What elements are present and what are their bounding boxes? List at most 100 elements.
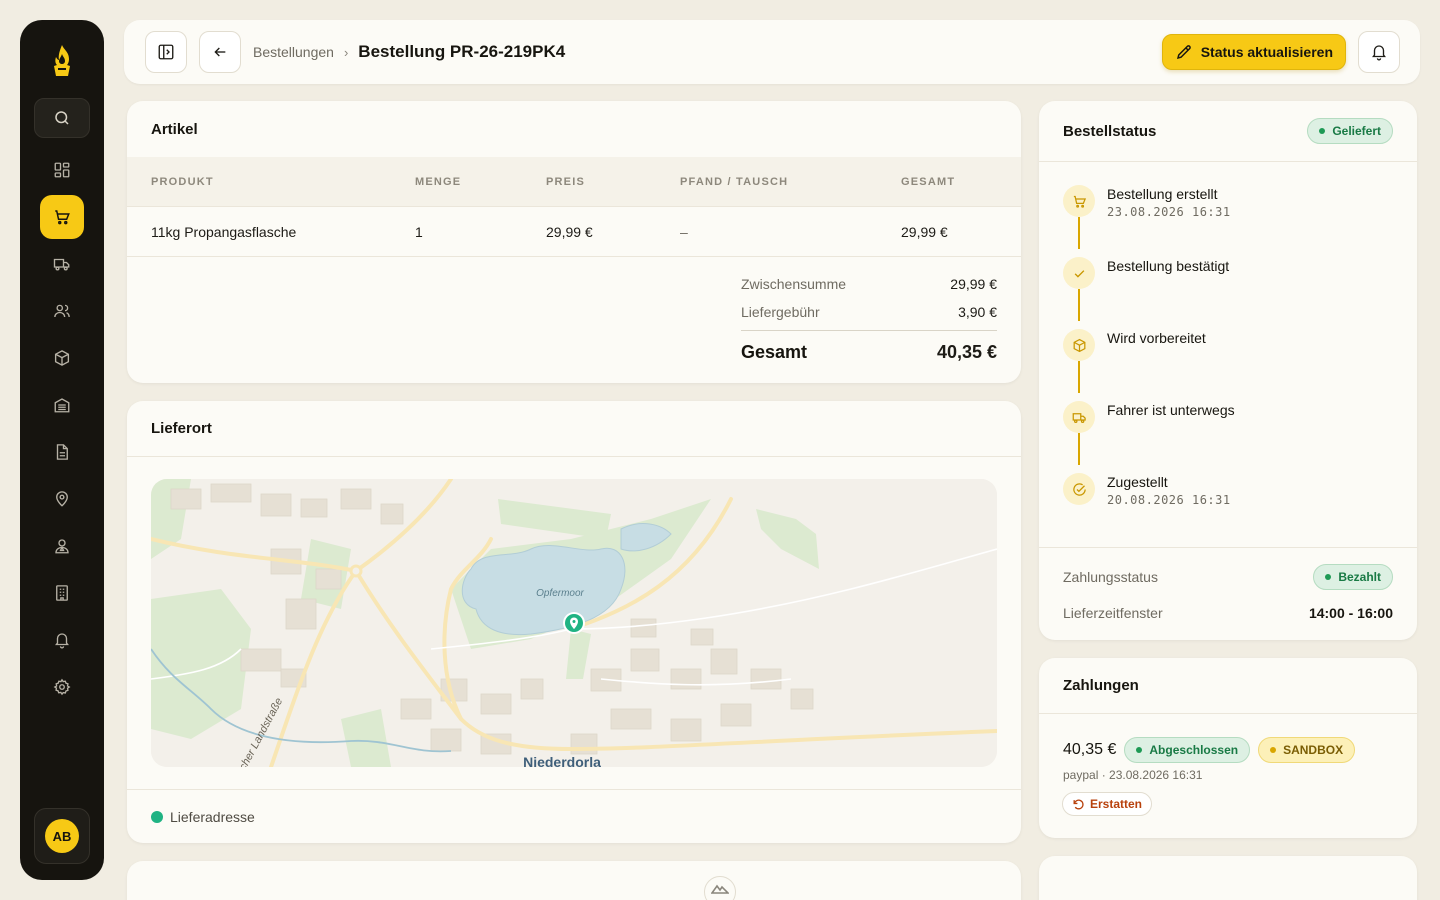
map-legend: Lieferadresse: [151, 809, 255, 825]
cart-icon: [1073, 195, 1086, 208]
step-time: 20.08.2026 16:31: [1107, 493, 1231, 507]
articles-title: Artikel: [151, 120, 198, 138]
step-icon-wrap: [1063, 329, 1095, 361]
sidebar-item-warehouse[interactable]: [40, 383, 84, 427]
cell-total: 29,99 €: [901, 223, 948, 240]
map-label-lake: Opfermoor: [536, 588, 584, 599]
sidebar-item-settings[interactable]: [40, 665, 84, 709]
delivery-address-marker[interactable]: [563, 612, 585, 634]
column-header-price[interactable]: PREIS: [546, 176, 585, 188]
step-label: Bestellung erstellt: [1107, 186, 1218, 202]
map-pin-icon: [56, 491, 68, 507]
step-icon-wrap: [1063, 257, 1095, 289]
subtotal-value: 29,99 €: [950, 276, 997, 292]
delivery-location-card: Lieferort Opfermoor Niederdorla cher Lan…: [127, 401, 1021, 843]
payment-status-label: Zahlungsstatus: [1063, 569, 1158, 585]
column-header-quantity[interactable]: MENGE: [415, 176, 461, 188]
arrow-left-icon: [214, 47, 226, 57]
divider: [127, 789, 1021, 790]
update-status-label: Status aktualisieren: [1200, 44, 1333, 60]
breadcrumb: Bestellungen › Bestellung PR-26-219PK4: [253, 42, 565, 62]
package-icon: [54, 350, 70, 366]
step-text: Fahrer ist unterwegs: [1107, 401, 1235, 433]
sidebar-item-documents[interactable]: [40, 430, 84, 474]
page-title: Bestellung PR-26-219PK4: [358, 42, 566, 61]
user-menu-button[interactable]: AB: [34, 808, 90, 864]
column-header-product[interactable]: PRODUKT: [151, 176, 214, 188]
dashboard-icon: [54, 162, 70, 178]
refund-button[interactable]: Erstatten: [1062, 792, 1153, 816]
location-title: Lieferort: [151, 420, 212, 437]
users-icon: [54, 304, 70, 318]
status-dot-icon: [1136, 747, 1143, 753]
divider: [1039, 547, 1417, 548]
step-icon-wrap: [1063, 473, 1095, 505]
cell-quantity: 1: [415, 223, 423, 240]
truck-icon: [53, 258, 70, 271]
step-label: Wird vorbereitet: [1107, 330, 1206, 346]
notifications-button[interactable]: [1358, 31, 1400, 73]
update-status-button[interactable]: Status aktualisieren: [1161, 34, 1346, 70]
sidebar-item-deliveries[interactable]: [40, 242, 84, 286]
mountain-logo-icon: [711, 884, 729, 894]
column-header-deposit[interactable]: PFAND / TAUSCH: [680, 176, 788, 188]
sidebar-toggle-icon: [158, 44, 174, 60]
grand-total-row: Gesamt 40,35 €: [741, 330, 997, 374]
step-time: 23.08.2026 16:31: [1107, 205, 1231, 219]
sidebar: AB: [20, 20, 104, 880]
step-text: Wird vorbereitet: [1107, 329, 1206, 361]
flame-logo-icon[interactable]: [48, 44, 76, 78]
breadcrumb-separator: ›: [343, 44, 349, 60]
pencil-icon: [1176, 45, 1191, 60]
sidebar-item-products[interactable]: [40, 336, 84, 380]
payment-completed-label: Abgeschlossen: [1149, 743, 1239, 757]
subtotal-label: Zwischensumme: [741, 276, 847, 292]
sandbox-badge: SANDBOX: [1258, 737, 1356, 763]
sidebar-nav: [40, 148, 84, 712]
delivery-fee-row: Liefergebühr 3,90 €: [741, 298, 997, 326]
sidebar-item-notifications[interactable]: [40, 618, 84, 662]
delivery-window-value: 14:00 - 16:00: [1308, 605, 1393, 621]
legend-label: Lieferadresse: [170, 809, 255, 825]
delivered-badge-label: Geliefert: [1332, 124, 1381, 138]
map-label-town: Niederdorla: [523, 754, 601, 767]
column-header-total[interactable]: GESAMT: [901, 176, 955, 188]
sidebar-search-button[interactable]: [34, 98, 90, 138]
delivery-window-row: Lieferzeitfenster 14:00 - 16:00: [1063, 605, 1393, 621]
step-text: Zugestellt 20.08.2026 16:31: [1107, 473, 1231, 507]
gear-icon: [53, 678, 71, 696]
delivery-map[interactable]: Opfermoor Niederdorla cher Landstraße: [151, 479, 997, 767]
timeline-connector: [1078, 289, 1080, 321]
payments-header: Zahlungen: [1039, 658, 1417, 714]
delivered-badge: Geliefert: [1307, 118, 1393, 144]
sidebar-item-dashboard[interactable]: [40, 148, 84, 192]
articles-card: Artikel PRODUKT MENGE PREIS PFAND / TAUS…: [127, 101, 1021, 383]
payments-card: Zahlungen 40,35 € Abgeschlossen SANDBOX …: [1039, 658, 1417, 838]
map-canvas[interactable]: Opfermoor Niederdorla cher Landstraße: [151, 479, 997, 767]
subtotal-row: Zwischensumme 29,99 €: [741, 270, 997, 298]
delivery-fee-value: 3,90 €: [958, 304, 997, 320]
payments-title: Zahlungen: [1063, 677, 1139, 694]
sidebar-item-company[interactable]: [40, 571, 84, 615]
sidebar-item-orders[interactable]: [40, 195, 84, 239]
check-circle-icon: [1072, 482, 1086, 496]
cell-product: 11kg Propangasflasche: [151, 223, 297, 240]
sidebar-item-customers[interactable]: [40, 289, 84, 333]
bell-icon: [55, 633, 69, 649]
step-text: Bestellung bestätigt: [1107, 257, 1229, 289]
step-text: Bestellung erstellt 23.08.2026 16:31: [1107, 185, 1231, 219]
bottom-toggle-button[interactable]: [704, 876, 736, 900]
driver-icon: [55, 539, 69, 554]
sidebar-item-locations[interactable]: [40, 477, 84, 521]
back-button[interactable]: [199, 31, 241, 73]
paid-badge: Bezahlt: [1313, 564, 1393, 590]
payment-amount: 40,35 €: [1063, 741, 1117, 758]
building-icon: [56, 585, 68, 601]
payment-status-row: Zahlungsstatus Bezahlt: [1063, 564, 1393, 590]
sidebar-item-drivers[interactable]: [40, 524, 84, 568]
package-icon: [1073, 338, 1085, 352]
status-dot-icon: [1319, 128, 1326, 134]
breadcrumb-orders-link[interactable]: Bestellungen: [253, 44, 334, 60]
toggle-sidebar-button[interactable]: [145, 31, 187, 73]
step-label: Bestellung bestätigt: [1107, 258, 1230, 274]
